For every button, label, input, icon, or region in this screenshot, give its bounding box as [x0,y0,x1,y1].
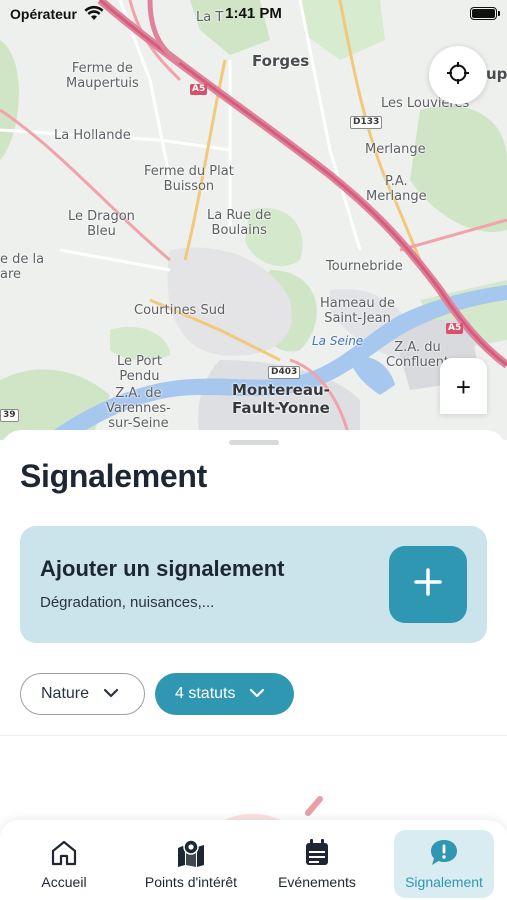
map-label: Courtines Sud [134,303,226,318]
locate-me-button[interactable] [429,46,487,104]
home-icon [49,838,79,868]
map-label-river: La Seine [312,334,364,348]
tab-signalement[interactable]: Signalement [394,830,494,898]
status-time: 1:41 PM [225,5,282,22]
road-badge: 39 [0,409,19,422]
map-label: Le Dragon Bleu [68,209,135,239]
filter-label: Nature [41,685,90,702]
page-title: Signalement [20,458,207,494]
divider [0,735,507,736]
calendar-icon [302,838,332,868]
zoom-in-button[interactable]: + [440,358,487,414]
tab-label: Points d'intérêt [144,874,238,890]
tab-bar: Accueil Points d'intérêt Evénements Sign… [0,820,507,900]
map-label: La Rue de Boulains [207,208,272,238]
alert-bubble-icon [429,838,459,868]
road-badge: A5 [190,84,208,95]
battery-icon [470,7,500,20]
map-label: Hameau de Saint-Jean [320,296,395,326]
map-label: Merlange [365,142,426,157]
map-pin-icon [176,838,206,868]
tab-points-interet[interactable]: Points d'intérêt [136,830,246,898]
plus-icon [414,568,442,601]
filter-bar: Nature 4 statuts [20,673,294,715]
add-report-card[interactable]: Ajouter un signalement Dégradation, nuis… [20,526,487,643]
sheet-drag-handle[interactable] [229,440,279,445]
map-label: Tournebride [326,259,403,274]
tab-accueil[interactable]: Accueil [24,830,104,898]
filter-status-chip[interactable]: 4 statuts [155,673,294,715]
add-report-title: Ajouter un signalement [40,556,285,581]
map-label: up [486,65,507,83]
map-label: La Hollande [54,128,131,143]
filter-nature-chip[interactable]: Nature [20,673,145,715]
map-label: P.A. Merlange [366,174,427,204]
road-badge: D403 [268,366,301,379]
map-label: Montereau- Fault-Yonne [232,381,330,417]
road-badge: D133 [350,116,383,129]
tab-label: Accueil [41,874,87,890]
tab-label: Evénements [278,874,356,890]
filter-label: 4 statuts [175,685,236,702]
tab-label: Signalement [405,874,483,890]
chevron-down-icon [249,685,265,703]
add-report-subtitle: Dégradation, nuisances,... [40,594,215,611]
tab-evenements[interactable]: Evénements [272,830,362,898]
map-label: Le Port Pendu [117,354,162,384]
status-bar: Opérateur 1:41 PM [0,0,507,28]
crosshair-icon [446,61,470,90]
map-label: Ferme du Plat Buisson [144,164,234,194]
road-badge: A5 [446,323,464,334]
chevron-down-icon [103,685,119,703]
add-report-button[interactable] [389,546,467,623]
map-label: Z.A. de Varennes- sur-Seine [106,386,171,431]
map-label: e de la are [0,252,45,282]
map-label: Ferme de Maupertuis [66,61,139,91]
map-label: Forges [252,52,310,70]
